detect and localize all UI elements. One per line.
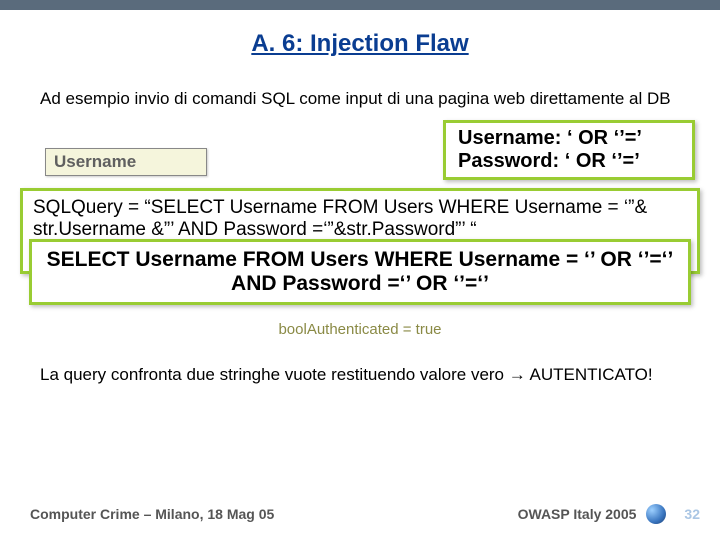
slide-title: A. 6: Injection Flaw	[0, 30, 720, 58]
footer: Computer Crime – Milano, 18 Mag 05 OWASP…	[0, 504, 720, 524]
sql-source-line: SQLQuery = “SELECT Username FROM Users W…	[33, 197, 687, 241]
example-area: Username Username: ‘ OR ‘’=’ Password: ‘…	[35, 128, 700, 188]
footer-org: OWASP Italy 2005	[518, 506, 637, 522]
sql-source-box: SQLQuery = “SELECT Username FROM Users W…	[20, 188, 700, 274]
resulting-query-box: SELECT Username FROM Users WHERE Usernam…	[29, 239, 691, 305]
page-number: 32	[684, 506, 700, 522]
footer-left: Computer Crime – Milano, 18 Mag 05	[30, 506, 274, 522]
faded-auth-line: boolAuthenticated = true	[23, 321, 697, 338]
payload-username: Username: ‘ OR ‘’=’	[458, 127, 642, 150]
conclusion-paragraph: La query confronta due stringhe vuote re…	[40, 364, 680, 386]
globe-icon	[646, 504, 666, 524]
username-field-label: Username	[45, 148, 207, 176]
footer-right: OWASP Italy 2005 32	[518, 504, 700, 524]
injection-payload-box: Username: ‘ OR ‘’=’ Password: ‘ OR ‘’=’	[443, 120, 695, 180]
payload-password: Password: ‘ OR ‘’=’	[458, 150, 642, 173]
intro-paragraph: Ad esempio invio di comandi SQL come inp…	[40, 88, 680, 110]
top-bar	[0, 0, 720, 10]
